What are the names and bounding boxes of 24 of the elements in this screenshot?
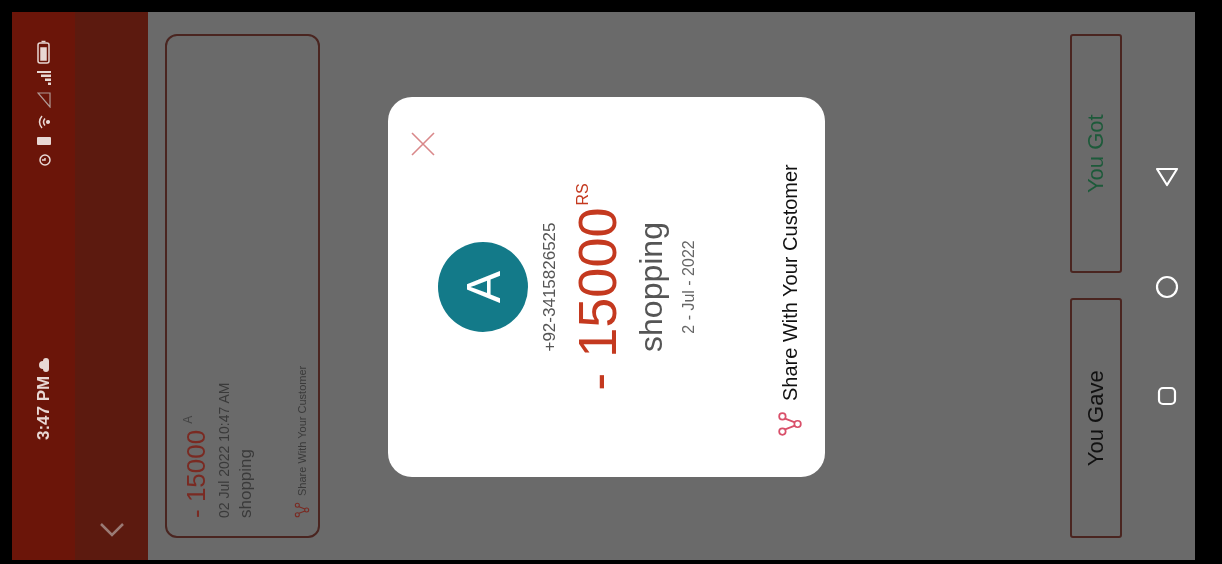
battery-icon xyxy=(37,40,50,64)
phone-number: +92-3415826525 xyxy=(540,222,560,352)
note: shopping xyxy=(633,222,671,352)
signal-bars-icon xyxy=(36,71,51,85)
entry-amount: - 15000 xyxy=(181,429,212,518)
clock-time: 3:47 PM xyxy=(33,375,54,440)
phone-icon xyxy=(35,136,52,146)
back-icon[interactable] xyxy=(98,522,125,538)
you-got-button[interactable]: You Got xyxy=(1070,34,1122,274)
wifi-icon xyxy=(37,115,50,129)
amount: - 15000 xyxy=(568,207,628,391)
recent-apps-icon[interactable] xyxy=(1157,386,1177,407)
share-icon[interactable] xyxy=(777,411,803,437)
alarm-icon xyxy=(36,153,51,167)
share-link[interactable]: Share With Your Customer xyxy=(778,164,802,401)
you-gave-button[interactable]: You Gave xyxy=(1070,298,1122,538)
avatar-letter: A xyxy=(438,242,528,332)
close-button[interactable] xyxy=(410,131,436,157)
home-icon[interactable] xyxy=(1155,275,1179,299)
cloud-icon xyxy=(38,357,49,372)
back-nav-icon[interactable] xyxy=(1155,165,1179,188)
currency-label: RS xyxy=(574,183,592,206)
date: 2 - Jul - 2022 xyxy=(680,240,699,334)
signal-icon xyxy=(36,92,51,108)
